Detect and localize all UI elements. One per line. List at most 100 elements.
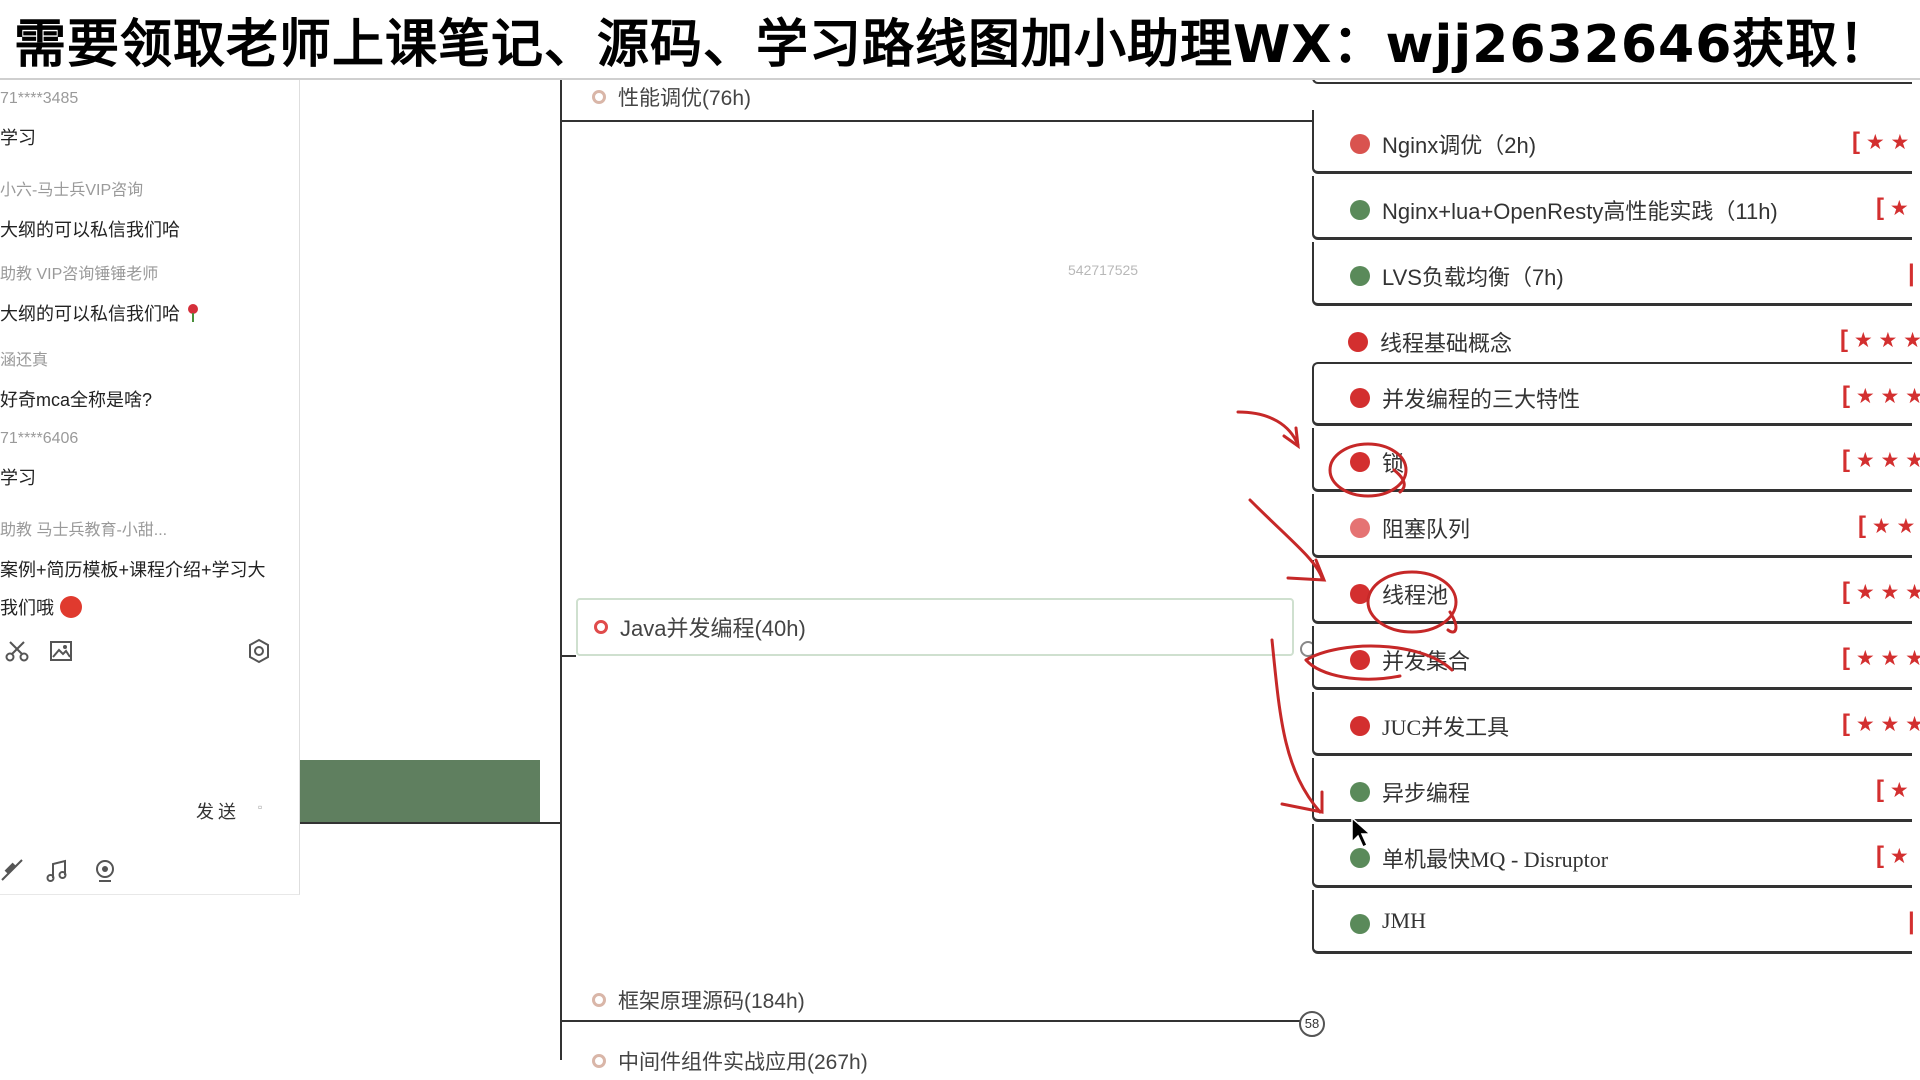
mouse-cursor-icon [1351, 816, 1372, 849]
topic-node-icon [592, 993, 606, 1007]
image-icon[interactable] [48, 638, 74, 664]
rating-stars: [ ★ [1876, 194, 1909, 221]
subtopic-row[interactable]: LVS负载均衡（7h) | [1312, 242, 1915, 306]
green-panel-bar [300, 760, 540, 822]
subtopic-label: 单机最快MQ - Disruptor [1382, 847, 1609, 872]
rating-stars: [ ★ ★ ★ [1842, 644, 1920, 671]
priority-dot-icon [1350, 650, 1370, 670]
rating-stars: [ ★ ★ [1858, 512, 1916, 539]
chat-message: 助教 VIP咨询锤锤老师 大纲的可以私信我们哈 [0, 260, 296, 326]
chat-username: 助教 马士兵教育-小甜... [0, 522, 168, 539]
apple-emoji-icon [60, 596, 82, 618]
subtopic-label: LVS负载均衡（7h) [1382, 265, 1564, 290]
subtopic-row[interactable]: 并发集合 [ ★ ★ ★ [1312, 626, 1920, 690]
chat-text: 好奇mca全称是啥? [0, 390, 153, 410]
subtopic-row[interactable]: 单机最快MQ - Disruptor [ ★ [1312, 824, 1912, 888]
watermark-text: 542717525 [1068, 262, 1139, 278]
priority-dot-icon [1350, 848, 1370, 868]
topic-label: Java并发编程(40h) [620, 616, 806, 641]
subtopic-label: Nginx调优（2h) [1382, 133, 1537, 158]
chat-username: 小六-马士兵VIP咨询 [0, 182, 144, 199]
topic-performance-tuning[interactable]: 性能调优(76h) [592, 82, 751, 112]
rating-stars: [ ★ ★ ★ [1842, 446, 1920, 473]
rating-stars: [ ★ [1876, 776, 1909, 803]
topic-label: 框架原理源码(184h) [618, 990, 805, 1013]
priority-dot-icon [1350, 452, 1370, 472]
subtopic-row[interactable]: 阻塞队列 [ ★ ★ [1312, 494, 1916, 558]
chat-message: 71****3485 学习 [0, 90, 296, 150]
priority-dot-icon [1350, 518, 1370, 538]
collapsed-count-badge[interactable]: 58 [1299, 1011, 1325, 1037]
subtopic-row[interactable]: 锁 [ ★ ★ ★ [1312, 428, 1920, 492]
chat-text: 大纲的可以私信我们哈 [0, 220, 180, 240]
rating-stars: [ ★ ★ ★ [1842, 578, 1920, 605]
chat-text: 大纲的可以私信我们哈 [0, 300, 296, 326]
settings-icon[interactable] [246, 638, 272, 664]
subtopic-row[interactable]: 线程池 [ ★ ★ ★ [1312, 560, 1920, 624]
mindmap-trunk-line [560, 80, 562, 1060]
subtopic-row[interactable]: JUC并发工具 [ ★ ★ ★ [1312, 692, 1920, 756]
chat-text-content: 我们哦 [0, 598, 54, 618]
chat-username: 71****3485 [0, 90, 79, 107]
priority-dot-icon [1350, 266, 1370, 286]
subtopic-label: 并发编程的三大特性 [1382, 387, 1581, 412]
branch-connector-line [560, 655, 576, 657]
scissors-icon[interactable] [4, 638, 30, 664]
webcam-icon[interactable] [92, 858, 118, 884]
chat-username: 71****6406 [0, 430, 79, 447]
priority-dot-icon [1350, 584, 1370, 604]
branch-connector-line [560, 120, 1312, 122]
send-button[interactable]: 发送 [196, 798, 240, 824]
music-icon[interactable] [44, 858, 70, 884]
top-banner: 需要领取老师上课笔记、源码、学习路线图加小助理WX：wjj2632646获取！ [0, 0, 1920, 80]
rating-stars: [ ★ [1876, 842, 1909, 869]
rating-stars: [ ★ ★ ★ [1842, 710, 1920, 737]
chat-text-content: 大纲的可以私信我们哈 [0, 304, 180, 324]
subtopic-row[interactable]: 异步编程 [ ★ [1312, 758, 1912, 822]
subtopic-label: 线程池 [1382, 583, 1449, 608]
chat-message: 71****6406 学习 [0, 430, 296, 490]
topic-java-concurrency[interactable]: Java并发编程(40h) [576, 598, 1294, 656]
priority-dot-icon [1348, 332, 1368, 352]
priority-dot-icon [1350, 134, 1370, 154]
send-options-dropdown[interactable]: ▫ [258, 800, 262, 814]
subtopic-label: 阻塞队列 [1382, 517, 1471, 542]
topic-framework-source[interactable]: 框架原理源码(184h) [592, 985, 805, 1015]
topic-node-icon [594, 620, 608, 634]
chat-message: 助教 马士兵教育-小甜... 案例+简历模板+课程介绍+学习大 我们哦 [0, 516, 296, 620]
topic-node-icon [592, 90, 606, 104]
rating-stars: [ ★ ★ ★ [1840, 326, 1920, 353]
subtopic-row[interactable]: Nginx+lua+OpenResty高性能实践（11h) [ ★ [1312, 176, 1912, 240]
subtopic-label: JMH [1382, 908, 1427, 933]
priority-dot-icon [1350, 914, 1370, 934]
rose-emoji-icon [186, 304, 200, 322]
chat-text: 学习 [0, 468, 36, 488]
subtopic-row[interactable]: JMH | [1312, 890, 1915, 954]
chat-text: 学习 [0, 128, 36, 148]
rating-stars: | [1908, 908, 1915, 935]
subtopic-row[interactable]: Nginx调优（2h) [ ★ ★ [1312, 110, 1912, 174]
subtopic-label: 异步编程 [1382, 781, 1471, 806]
chat-text-continued: 我们哦 [0, 594, 296, 620]
priority-dot-icon [1350, 388, 1370, 408]
chat-panel: 71****3485 学习 小六-马士兵VIP咨询 大纲的可以私信我们哈 助教 … [0, 80, 300, 895]
chat-message: 小六-马士兵VIP咨询 大纲的可以私信我们哈 [0, 176, 296, 242]
subtopic-label: JUC并发工具 [1382, 715, 1510, 740]
chat-username: 涵还真 [0, 352, 49, 369]
subtopic-label: 锁 [1382, 451, 1405, 476]
priority-dot-icon [1350, 716, 1370, 736]
subtopic-label: 线程基础概念 [1380, 331, 1513, 356]
chat-username: 助教 VIP咨询锤锤老师 [0, 266, 159, 283]
priority-dot-icon [1350, 782, 1370, 802]
chat-text: 案例+简历模板+课程介绍+学习大 [0, 560, 266, 580]
subtopic-row[interactable]: 并发编程的三大特性 [ ★ ★ ★ [1312, 362, 1920, 426]
topic-middleware[interactable]: 中间件组件实战应用(267h) [592, 1046, 868, 1076]
topic-label: 中间件组件实战应用(267h) [618, 1051, 868, 1074]
branch-connector-line [300, 822, 562, 824]
topic-node-icon [592, 1054, 606, 1068]
rating-stars: | [1908, 260, 1915, 287]
priority-dot-icon [1350, 200, 1370, 220]
topic-label: 性能调优(76h) [618, 87, 752, 110]
rating-stars: [ ★ ★ [1852, 128, 1910, 155]
mic-muted-icon[interactable] [0, 858, 26, 884]
